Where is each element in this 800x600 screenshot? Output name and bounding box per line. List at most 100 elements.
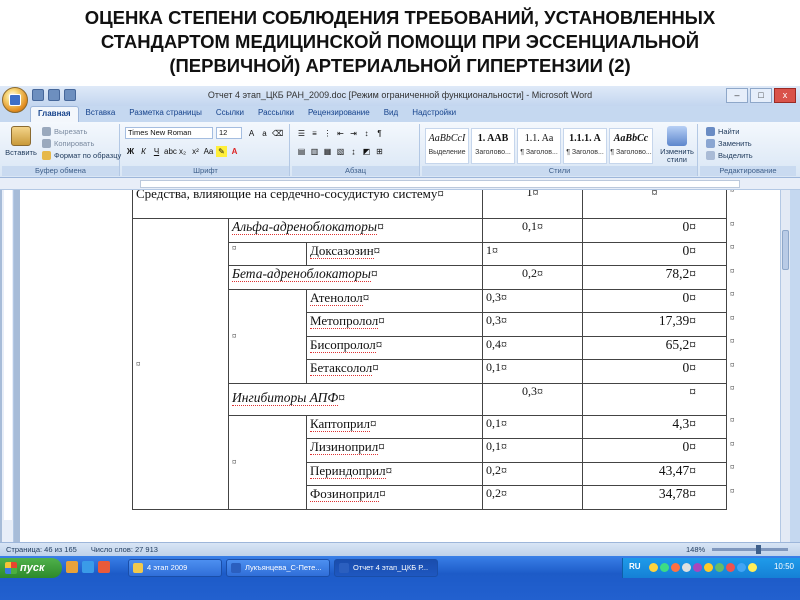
decrease-indent-icon[interactable]: ⇤ (335, 128, 346, 139)
zoom-slider[interactable] (712, 545, 788, 554)
underline-icon[interactable]: Ч (151, 146, 162, 157)
tray-icon[interactable] (671, 563, 680, 572)
font-color-icon[interactable]: A (229, 146, 240, 157)
tray-icon[interactable] (693, 563, 702, 572)
tray-icon[interactable] (704, 563, 713, 572)
clock[interactable]: 10:50 (774, 562, 794, 571)
table-row: Средства, влияющие на сердечно-сосудисту… (132, 190, 747, 219)
zoom-level[interactable]: 148% (686, 545, 705, 554)
frequency-cell: 1¤ (482, 241, 583, 266)
task-word-doc[interactable]: Лукъянцева_С-Пете... (226, 559, 330, 577)
font-name-select[interactable]: Times New Roman (125, 127, 213, 139)
tab-review[interactable]: Рецензирование (301, 106, 377, 122)
frequency-cell: 0,2¤ (482, 265, 583, 290)
cut-label: Вырезать (54, 127, 88, 136)
tab-references[interactable]: Ссылки (209, 106, 251, 122)
row-end-mark: ¤ (726, 312, 747, 336)
copy-button[interactable]: Копировать (42, 139, 94, 148)
start-button[interactable]: пуск (0, 558, 62, 578)
highlight-icon[interactable]: ✎ (216, 146, 227, 157)
shrink-font-icon[interactable]: a (259, 128, 270, 139)
increase-indent-icon[interactable]: ⇥ (348, 128, 359, 139)
justify-icon[interactable]: ▧ (335, 146, 346, 157)
align-right-icon[interactable]: ▦ (322, 146, 333, 157)
style-heading-1[interactable]: 1. AAB Заголово... (471, 128, 515, 164)
editing-group: Найти Заменить Выделить Редактирование (700, 124, 796, 176)
browser-icon[interactable] (82, 561, 94, 573)
style-heading-2[interactable]: 1.1. Aa ¶ Заголов... (517, 128, 561, 164)
tab-page-layout[interactable]: Разметка страницы (122, 106, 209, 122)
shading-icon[interactable]: ◩ (361, 146, 372, 157)
tray-icon[interactable] (737, 563, 746, 572)
multilevel-list-icon[interactable]: ⋮ (322, 128, 333, 139)
italic-icon[interactable]: К (138, 146, 149, 157)
replace-button[interactable]: Заменить (706, 139, 752, 148)
word-count[interactable]: Число слов: 27 913 (91, 545, 158, 554)
ued-cell: ¤ (582, 382, 727, 416)
grow-font-icon[interactable]: A (246, 128, 257, 139)
tray-icon[interactable] (715, 563, 724, 572)
font-size-select[interactable]: 12 (216, 127, 242, 139)
superscript-icon[interactable]: x² (190, 146, 201, 157)
maximize-button[interactable]: □ (750, 88, 772, 103)
frequency-cell: 0,1¤ (482, 438, 583, 463)
style-heading-4[interactable]: AaBbCc ¶ Заголово... (609, 128, 653, 164)
close-button[interactable]: x (774, 88, 796, 103)
style-emphasis[interactable]: AaBbCcI Выделение (425, 128, 469, 164)
select-button[interactable]: Выделить (706, 151, 753, 160)
tray-icon[interactable] (649, 563, 658, 572)
task-word-report[interactable]: Отчет 4 этап_ЦКБ Р... (334, 559, 438, 577)
tab-addins[interactable]: Надстройки (405, 106, 463, 122)
slide-title: ОЦЕНКА СТЕПЕНИ СОБЛЮДЕНИЯ ТРЕБОВАНИЙ, УС… (0, 6, 800, 84)
horizontal-ruler[interactable] (0, 178, 800, 190)
style-sample: 1. AAB (477, 133, 509, 144)
task-folder[interactable]: 4 этап 2009 (128, 559, 222, 577)
tab-view[interactable]: Вид (377, 106, 405, 122)
vertical-scrollbar[interactable] (780, 190, 790, 542)
word-icon (339, 563, 349, 573)
tab-insert[interactable]: Вставка (79, 106, 123, 122)
office-button[interactable] (2, 87, 28, 113)
tray-icon[interactable] (726, 563, 735, 572)
page-count[interactable]: Страница: 46 из 165 (6, 545, 77, 554)
tray-icon[interactable] (748, 563, 757, 572)
scroll-thumb[interactable] (782, 230, 789, 270)
tray-icon[interactable] (660, 563, 669, 572)
line-spacing-icon[interactable]: ↨ (348, 146, 359, 157)
subscript-icon[interactable]: x₂ (177, 146, 188, 157)
align-left-icon[interactable]: ▤ (296, 146, 307, 157)
strikethrough-icon[interactable]: abc (164, 146, 177, 157)
tab-mailings[interactable]: Рассылки (251, 106, 301, 122)
tray-icon[interactable] (682, 563, 691, 572)
show-marks-icon[interactable]: ¶ (374, 128, 385, 139)
title-bar: Отчет 4 этап_ЦКБ РАН_2009.doc [Режим огр… (0, 86, 800, 113)
change-case-icon[interactable]: Aa (203, 146, 214, 157)
bold-icon[interactable]: Ж (125, 146, 136, 157)
numbering-icon[interactable]: ≡ (309, 128, 320, 139)
zoom-slider-knob[interactable] (756, 545, 761, 554)
group-beta-blockers: Бета-адреноблокаторы¤ (228, 265, 483, 290)
sort-icon[interactable]: ↕ (361, 128, 372, 139)
borders-icon[interactable]: ⊞ (374, 146, 385, 157)
frequency-cell: 0,3¤ (482, 382, 583, 416)
find-label: Найти (718, 127, 740, 136)
paste-button[interactable]: Вставить (4, 126, 38, 157)
format-painter-button[interactable]: Формат по образцу (42, 151, 121, 160)
explorer-icon[interactable] (66, 561, 78, 573)
style-heading-3[interactable]: 1.1.1. A ¶ Заголов... (563, 128, 607, 164)
clear-format-icon[interactable]: ⌫ (272, 128, 283, 139)
font-style-tools: Ж К Ч abc x₂ x² Aa ✎ A (125, 146, 240, 157)
language-indicator[interactable]: RU (629, 562, 641, 571)
tab-home[interactable]: Главная (30, 106, 79, 122)
media-icon[interactable] (98, 561, 110, 573)
minimize-button[interactable]: – (726, 88, 748, 103)
align-center-icon[interactable]: ▥ (309, 146, 320, 157)
change-styles-button[interactable]: Изменить стили (658, 126, 696, 164)
vertical-ruler[interactable] (2, 190, 14, 542)
document-page[interactable]: Средства, влияющие на сердечно-сосудисту… (20, 190, 786, 542)
drug-cell: Лизиноприл¤ (306, 438, 483, 463)
cut-button[interactable]: Вырезать (42, 127, 87, 136)
bullets-icon[interactable]: ☰ (296, 128, 307, 139)
find-button[interactable]: Найти (706, 127, 739, 136)
word-icon (231, 563, 241, 573)
